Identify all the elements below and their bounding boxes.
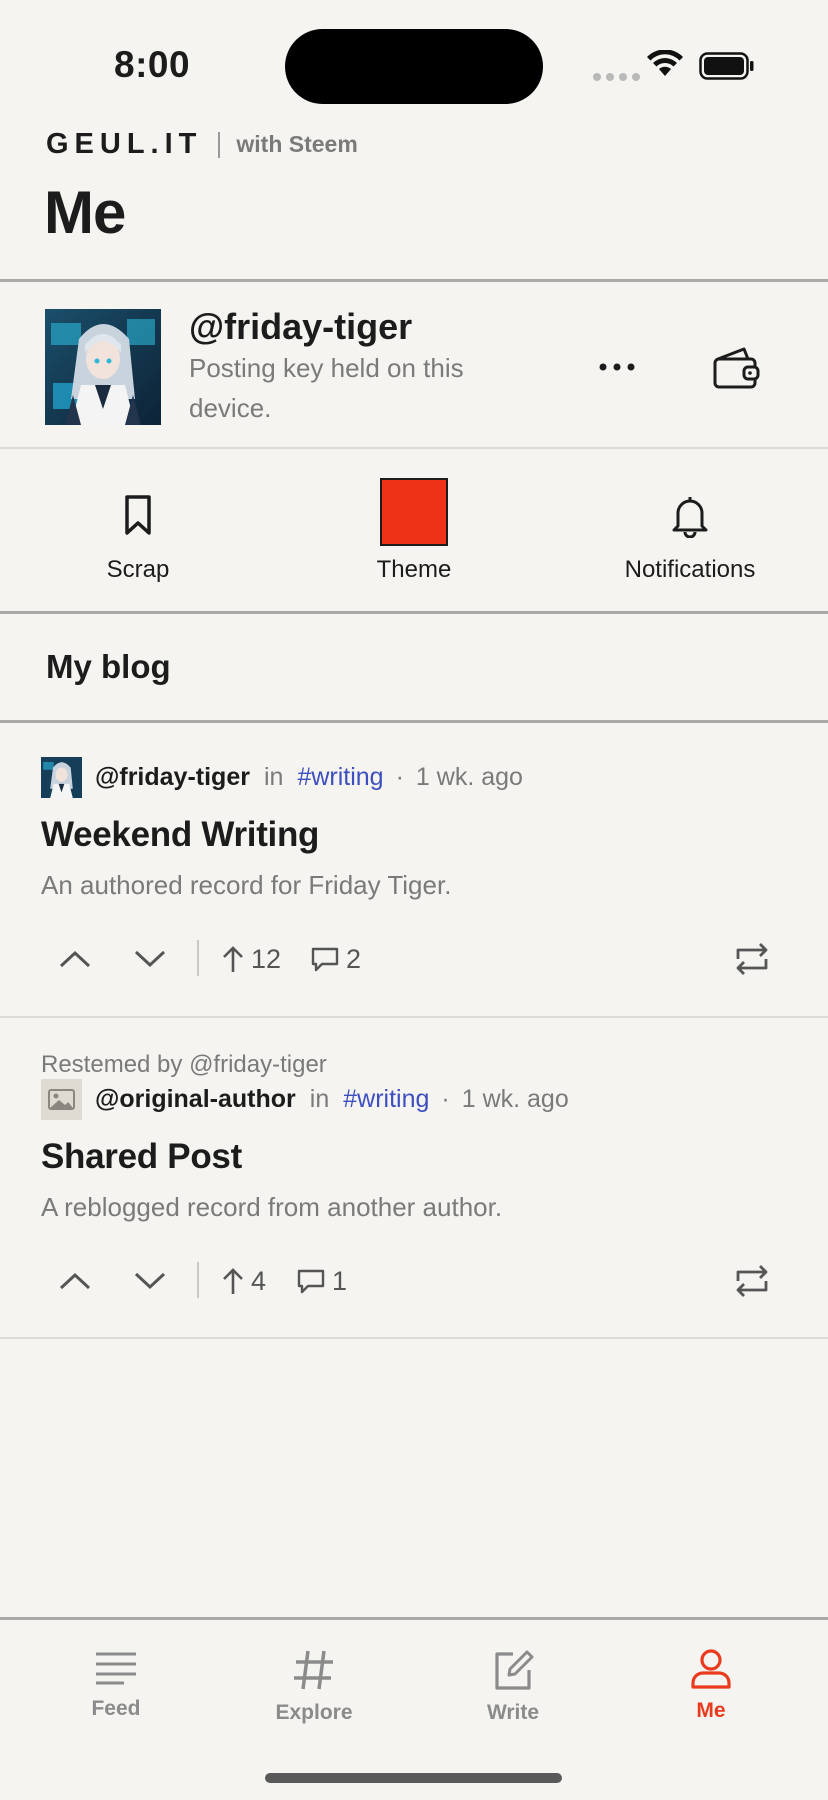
profile-username: @friday-tiger [189,306,413,347]
post-author[interactable]: @original-author [95,1085,296,1114]
upvote-button[interactable] [58,1256,92,1306]
battery-icon [699,52,754,80]
chevron-up-icon [59,1272,91,1290]
home-indicator[interactable] [265,1773,562,1783]
dynamic-island [285,29,543,104]
bookmark-icon [125,495,151,535]
post-meta: @friday-tiger in #writing · 1 wk. ago [41,757,523,798]
action-divider [197,940,199,976]
feed-icon [96,1652,136,1685]
divider [0,447,828,449]
divider [0,611,828,614]
tab-explore-label: Explore [275,1701,353,1724]
brand-subtitle: with Steem [236,131,358,157]
post-excerpt: An authored record for Friday Tiger. [41,870,452,900]
author-avatar-placeholder[interactable] [41,1079,82,1120]
section-title: My blog [46,648,171,685]
brand-name: GEUL.IT [46,128,203,160]
action-divider [197,1262,199,1298]
comments-button[interactable]: 2 [310,934,361,984]
arrow-up-icon [223,1268,243,1294]
arrow-up-icon [223,946,243,972]
comment-count: 1 [332,1265,348,1296]
tab-feed[interactable]: Feed [36,1648,196,1721]
tab-write[interactable]: Write [433,1648,593,1725]
scrap-button[interactable]: Scrap [38,478,238,583]
chevron-down-icon [134,1272,166,1290]
post-actions: 12 2 [0,934,828,984]
separator-dot: · [441,1085,450,1113]
tab-feed-label: Feed [91,1697,141,1720]
tab-me[interactable]: Me [631,1648,791,1723]
post-author[interactable]: @friday-tiger [95,763,250,792]
post-item[interactable]: @friday-tiger in #writing · 1 wk. ago We… [0,722,828,1016]
post-excerpt: A reblogged record from another author. [41,1192,503,1222]
more-horizontal-icon [599,363,635,371]
notifications-button[interactable]: Notifications [590,478,790,583]
repost-icon [736,943,768,975]
in-label: in [263,763,284,791]
post-age: 1 wk. ago [415,763,523,791]
signal-dots-icon [593,73,640,81]
post-title[interactable]: Weekend Writing [41,815,319,855]
post-meta: @original-author in #writing · 1 wk. ago [41,1079,569,1120]
person-icon [691,1649,731,1689]
vote-count-value: 4 [251,1265,267,1296]
post-age: 1 wk. ago [461,1085,569,1113]
vote-count-value: 12 [251,943,282,974]
in-label: in [309,1085,330,1113]
upvote-button[interactable] [58,934,92,984]
downvote-button[interactable] [133,1256,167,1306]
post-actions: 4 1 [0,1256,828,1306]
divider [0,1337,828,1339]
reblog-button[interactable] [730,1256,774,1306]
page-title: Me [44,179,126,246]
bell-icon [672,497,708,538]
post-tag[interactable]: #writing [297,763,383,792]
image-placeholder-icon [41,1079,82,1120]
tab-me-label: Me [696,1699,726,1722]
key-status-text: Posting key held on this device. [189,353,464,423]
comments-button[interactable]: 1 [296,1256,347,1306]
theme-label: Theme [376,556,452,583]
brand-divider [218,131,221,158]
notifications-label: Notifications [624,556,756,583]
post-item[interactable]: Restemed by @friday-tiger @original-auth… [0,1018,828,1338]
comment-icon [311,947,339,972]
comment-icon [297,1269,325,1294]
theme-swatch [380,478,448,546]
post-title[interactable]: Shared Post [41,1137,242,1177]
resteemed-by-label: Restemed by @friday-tiger [41,1051,327,1078]
tab-bar-divider [0,1617,828,1620]
post-tag[interactable]: #writing [343,1085,429,1114]
tab-write-label: Write [486,1701,540,1724]
avatar[interactable] [45,309,161,425]
vote-count: 4 [221,1256,266,1306]
hash-icon [294,1650,333,1690]
repost-icon [736,1265,768,1297]
downvote-button[interactable] [133,934,167,984]
comment-count: 2 [346,943,362,974]
more-options-button[interactable] [592,350,642,384]
wifi-icon [647,50,683,76]
compose-icon [495,1650,534,1690]
reblog-button[interactable] [730,934,774,984]
separator-dot: · [395,763,404,791]
chevron-up-icon [59,950,91,968]
chevron-down-icon [134,950,166,968]
brand-header: GEUL.IT with Steem [46,128,358,161]
wallet-icon [713,347,760,389]
tab-explore[interactable]: Explore [234,1648,394,1725]
status-time: 8:00 [114,44,191,85]
divider [0,279,828,282]
vote-count: 12 [221,934,281,984]
theme-button[interactable]: Theme [314,478,514,583]
wallet-button[interactable] [710,345,762,391]
scrap-label: Scrap [106,556,170,583]
author-avatar[interactable] [41,757,82,798]
